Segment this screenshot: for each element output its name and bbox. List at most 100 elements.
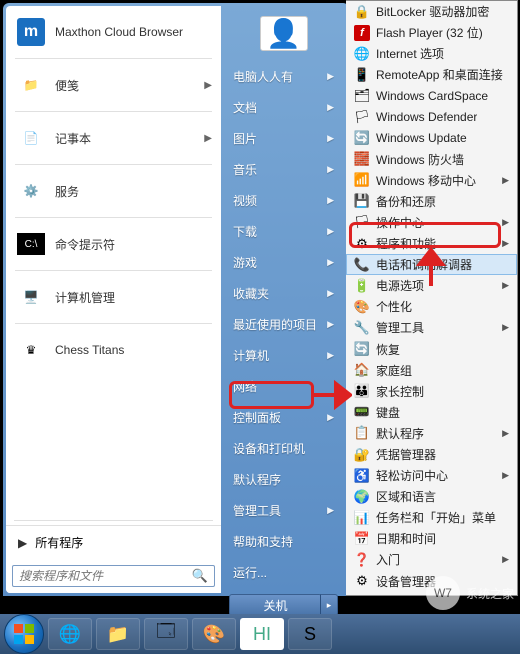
- program-item-1[interactable]: 📁便笺▶: [7, 63, 220, 107]
- right-pane-item-3[interactable]: 音乐▶: [223, 154, 344, 185]
- chevron-right-icon: ▶: [327, 350, 334, 361]
- cp-item-label: 日期和时间: [376, 530, 436, 547]
- program-label: Maxthon Cloud Browser: [55, 25, 212, 39]
- cp-item-icon: 🌍: [354, 489, 370, 505]
- search-row: 🔍: [6, 559, 221, 593]
- program-item-6[interactable]: ♛Chess Titans: [7, 328, 220, 372]
- cp-item-12[interactable]: 📞电话和调制解调器: [346, 254, 517, 275]
- chevron-right-icon: ▶: [204, 80, 212, 91]
- watermark-text: 系统之家: [466, 585, 514, 602]
- cp-item-7[interactable]: 🧱Windows 防火墙: [346, 149, 517, 170]
- right-pane-item-9[interactable]: 计算机▶: [223, 340, 344, 371]
- taskbar-app-2[interactable]: 🎨: [192, 618, 236, 650]
- cp-item-23[interactable]: 🌍区域和语言: [346, 486, 517, 507]
- cp-item-label: 家庭组: [376, 362, 412, 379]
- all-programs-button[interactable]: ▶ 所有程序: [6, 525, 221, 559]
- taskbar-app-4[interactable]: S: [288, 618, 332, 650]
- search-box[interactable]: 🔍: [12, 565, 215, 587]
- cp-item-icon: 🏠: [354, 362, 370, 378]
- cp-item-5[interactable]: 🏳Windows Defender: [346, 106, 517, 127]
- right-pane-item-2[interactable]: 图片▶: [223, 123, 344, 154]
- cp-item-icon: 🔄: [354, 130, 370, 146]
- program-label: Chess Titans: [55, 343, 212, 357]
- cp-item-9[interactable]: 💾备份和还原: [346, 191, 517, 212]
- cp-item-25[interactable]: 📅日期和时间: [346, 528, 517, 549]
- taskbar-explorer[interactable]: 📁: [96, 618, 140, 650]
- cp-item-label: 操作中心: [376, 214, 424, 231]
- cp-item-label: BitLocker 驱动器加密: [376, 3, 489, 20]
- right-pane-item-6[interactable]: 游戏▶: [223, 247, 344, 278]
- taskbar: 🌐 📁 🗔 🎨 HI S: [0, 614, 520, 654]
- right-pane-item-13[interactable]: 默认程序: [223, 464, 344, 495]
- cp-item-26[interactable]: ❓入门▶: [346, 549, 517, 570]
- program-item-2[interactable]: 📄记事本▶: [7, 116, 220, 160]
- cp-item-22[interactable]: ♿轻松访问中心▶: [346, 465, 517, 486]
- user-avatar[interactable]: 👤: [260, 16, 308, 51]
- shutdown-button[interactable]: 关机: [229, 594, 322, 616]
- cp-item-15[interactable]: 🔧管理工具▶: [346, 317, 517, 338]
- right-pane-item-16[interactable]: 运行...: [223, 557, 344, 588]
- right-pane-item-8[interactable]: 最近使用的项目▶: [223, 309, 344, 340]
- cp-item-13[interactable]: 🔋电源选项▶: [346, 275, 517, 296]
- program-item-5[interactable]: 🖥️计算机管理: [7, 275, 220, 319]
- cp-item-0[interactable]: 🔒BitLocker 驱动器加密: [346, 1, 517, 22]
- chevron-right-icon: ▶: [502, 175, 509, 186]
- chevron-right-icon: ▶: [327, 71, 334, 82]
- cp-item-8[interactable]: 📶Windows 移动中心▶: [346, 170, 517, 191]
- right-pane-item-12[interactable]: 设备和打印机: [223, 433, 344, 464]
- cp-item-6[interactable]: 🔄 Windows Update: [346, 128, 517, 149]
- right-item-label: 最近使用的项目: [233, 316, 317, 333]
- cp-item-label: 任务栏和「开始」菜单: [376, 509, 496, 526]
- cp-item-21[interactable]: 🔐凭据管理器: [346, 444, 517, 465]
- right-item-label: 网络: [233, 378, 257, 395]
- cp-item-icon: ❓: [354, 552, 370, 568]
- start-button[interactable]: [4, 614, 44, 654]
- cp-item-20[interactable]: 📋默认程序▶: [346, 423, 517, 444]
- cp-item-icon: 🔋: [354, 278, 370, 294]
- cp-item-19[interactable]: 📟键盘: [346, 402, 517, 423]
- right-pane-item-14[interactable]: 管理工具▶: [223, 495, 344, 526]
- chevron-right-icon: ▶: [502, 554, 509, 565]
- right-pane-item-0[interactable]: 电脑人人有▶: [223, 61, 344, 92]
- cp-item-10[interactable]: 🏳操作中心▶: [346, 212, 517, 233]
- right-pane-item-11[interactable]: 控制面板▶: [223, 402, 344, 433]
- cp-item-16[interactable]: 🔄 恢复: [346, 339, 517, 360]
- taskbar-ie[interactable]: 🌐: [48, 618, 92, 650]
- cp-item-label: Windows Update: [376, 131, 467, 145]
- cp-item-4[interactable]: 🗂Windows CardSpace: [346, 85, 517, 106]
- right-pane-item-4[interactable]: 视频▶: [223, 185, 344, 216]
- chevron-right-icon: ▶: [327, 288, 334, 299]
- program-item-0[interactable]: mMaxthon Cloud Browser: [7, 10, 220, 54]
- chevron-right-icon: ▶: [502, 280, 509, 291]
- cp-item-label: 恢复: [376, 341, 400, 358]
- shutdown-menu-button[interactable]: ▸: [320, 594, 338, 616]
- right-pane-item-5[interactable]: 下载▶: [223, 216, 344, 247]
- control-panel-submenu: 🔒BitLocker 驱动器加密fFlash Player (32 位)🌐Int…: [346, 0, 518, 596]
- program-item-3[interactable]: ⚙️服务: [7, 169, 220, 213]
- right-pane-item-15[interactable]: 帮助和支持: [223, 526, 344, 557]
- right-pane-item-1[interactable]: 文档▶: [223, 92, 344, 123]
- right-pane-item-7[interactable]: 收藏夹▶: [223, 278, 344, 309]
- search-input[interactable]: [19, 569, 192, 583]
- cp-item-18[interactable]: 👪家长控制: [346, 381, 517, 402]
- taskbar-app-3[interactable]: HI: [240, 618, 284, 650]
- cp-item-label: 凭据管理器: [376, 446, 436, 463]
- cp-item-3[interactable]: 📱RemoteApp 和桌面连接: [346, 64, 517, 85]
- right-pane-item-10[interactable]: 网络: [223, 371, 344, 402]
- separator: [15, 164, 212, 165]
- separator: [15, 323, 212, 324]
- cp-item-label: 默认程序: [376, 425, 424, 442]
- cp-item-11[interactable]: ⚙程序和功能▶: [346, 233, 517, 254]
- cp-item-icon: 🔄: [354, 341, 370, 357]
- cp-item-label: 电话和调制解调器: [376, 256, 472, 273]
- cp-item-label: 管理工具: [376, 319, 424, 336]
- chevron-right-icon: ▶: [327, 505, 334, 516]
- cp-item-2[interactable]: 🌐Internet 选项: [346, 43, 517, 64]
- cp-item-1[interactable]: fFlash Player (32 位): [346, 22, 517, 43]
- program-item-4[interactable]: C:\命令提示符: [7, 222, 220, 266]
- separator: [15, 270, 212, 271]
- cp-item-14[interactable]: 🎨个性化: [346, 296, 517, 317]
- cp-item-17[interactable]: 🏠 家庭组: [346, 360, 517, 381]
- cp-item-24[interactable]: 📊任务栏和「开始」菜单: [346, 507, 517, 528]
- taskbar-app-1[interactable]: 🗔: [144, 618, 188, 650]
